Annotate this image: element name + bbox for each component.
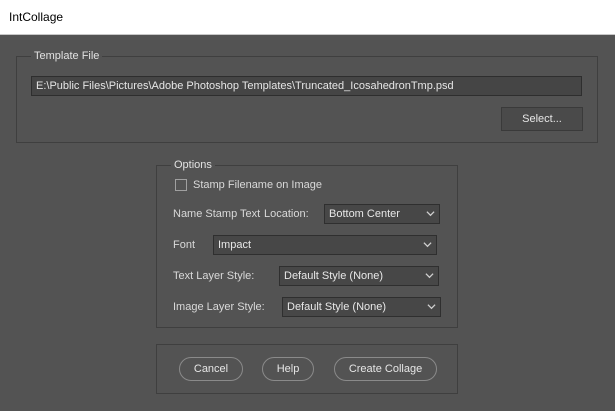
image-layer-style-select-value: Default Style (None) [287,301,387,313]
font-select[interactable]: Impact [213,235,437,255]
window-title: IntCollage [9,10,64,24]
text-layer-style-label: Text Layer Style: [173,270,255,282]
location-select[interactable]: Bottom Center [324,204,440,224]
select-button[interactable]: Select... [501,107,583,131]
template-file-group-label: Template File [31,50,103,63]
cancel-button[interactable]: Cancel [179,357,243,381]
font-label: Font [173,239,196,251]
location-select-value: Bottom Center [329,208,400,220]
text-layer-style-select[interactable]: Default Style (None) [279,266,439,286]
chevron-down-icon [423,242,432,248]
chevron-down-icon [426,211,435,217]
location-label: Location: [264,208,309,220]
create-collage-button[interactable]: Create Collage [334,357,437,381]
name-stamp-text-label: Name Stamp Text [173,208,261,220]
chevron-down-icon [427,304,436,310]
help-button[interactable]: Help [262,357,314,381]
options-group-label: Options [171,159,215,172]
stamp-filename-checkbox[interactable] [175,179,187,191]
text-layer-style-select-value: Default Style (None) [284,270,384,282]
chevron-down-icon [425,273,434,279]
title-bar: IntCollage [0,0,615,35]
template-path-field[interactable]: E:\Public Files\Pictures\Adobe Photoshop… [31,76,582,96]
stamp-filename-label: Stamp Filename on Image [193,179,323,191]
image-layer-style-label: Image Layer Style: [173,301,265,313]
font-select-value: Impact [218,239,252,251]
image-layer-style-select[interactable]: Default Style (None) [282,297,441,317]
